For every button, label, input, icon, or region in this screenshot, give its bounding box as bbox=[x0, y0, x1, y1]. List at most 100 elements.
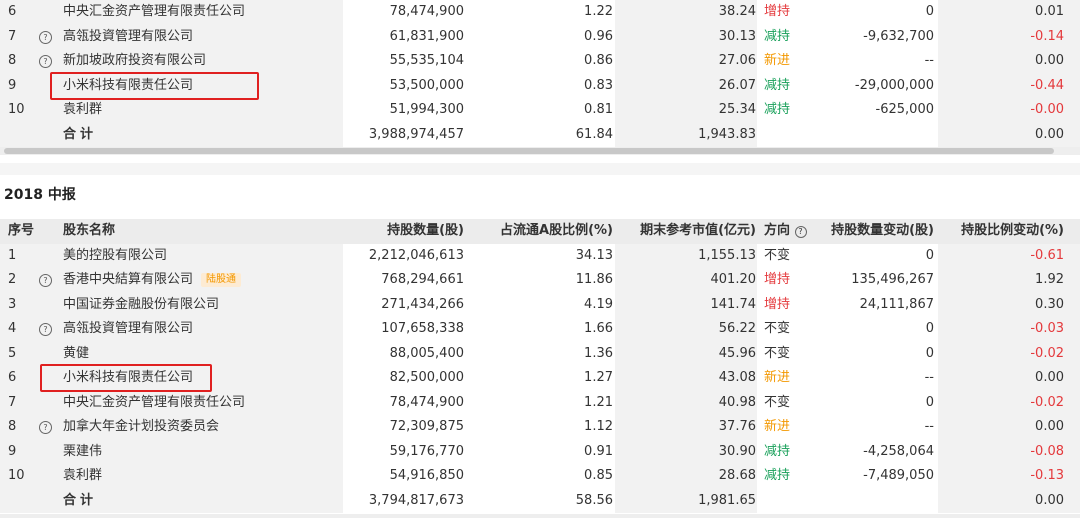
table-row[interactable]: 1 美的控股有限公司 2,212,046,613 34.13 1,155.13 不变 0 -0… bbox=[0, 243, 1080, 269]
float-ratio: 0.91 bbox=[584, 443, 613, 459]
highlight-box bbox=[40, 364, 212, 392]
ratio-change: 0.00 bbox=[1035, 419, 1064, 434]
market-value: 1,155.13 bbox=[698, 247, 756, 263]
row-no: 10 bbox=[8, 468, 25, 483]
header-name: 股东名称 bbox=[63, 223, 116, 238]
shareholder-name[interactable]: 袁利群 bbox=[63, 98, 102, 123]
total-label: 合计 bbox=[63, 126, 98, 142]
shares-held: 82,500,000 bbox=[389, 370, 464, 385]
bottom-table-scrollbar[interactable] bbox=[0, 514, 1080, 518]
table-row[interactable]: 2? 香港中央結算有限公司 陆股通 768,294,661 11.86 401.20 增持 1… bbox=[0, 268, 1080, 293]
float-ratio: 0.81 bbox=[584, 102, 613, 117]
header-dir[interactable]: 方向 ? bbox=[764, 219, 807, 244]
question-circle-icon[interactable]: ? bbox=[39, 30, 52, 44]
float-ratio: 1.36 bbox=[584, 345, 613, 361]
row-no: 1 bbox=[8, 247, 17, 263]
market-value: 38.24 bbox=[718, 4, 756, 19]
shareholder-name[interactable]: 高瓴投資管理有限公司 bbox=[63, 25, 193, 50]
question-circle-icon[interactable]: ? bbox=[39, 323, 52, 336]
header-chgp[interactable]: 持股比例变动(%) bbox=[961, 219, 1064, 244]
shareholder-name[interactable]: 中国证券金融股份有限公司 bbox=[63, 293, 219, 318]
question-circle-icon[interactable]: ? bbox=[39, 274, 52, 287]
table-row[interactable]: 8? 新加坡政府投资有限公司 55,535,104 0.86 27.06 新进 -- 0.00 bbox=[0, 49, 1080, 74]
total-label: 合计 bbox=[63, 492, 98, 508]
question-circle-icon[interactable]: ? bbox=[794, 226, 807, 238]
header-chg[interactable]: 持股数量变动(股) bbox=[831, 219, 934, 244]
row-no: 5 bbox=[8, 345, 17, 361]
direction: 增持 bbox=[764, 272, 791, 287]
total-qty: 3,988,974,457 bbox=[368, 126, 464, 142]
float-ratio: 1.22 bbox=[584, 4, 613, 19]
float-ratio: 0.96 bbox=[584, 28, 613, 44]
share-change: -- bbox=[924, 53, 934, 68]
share-change: -9,632,700 bbox=[863, 28, 934, 44]
scrollbar-thumb[interactable] bbox=[4, 148, 1054, 154]
float-ratio: 11.86 bbox=[575, 272, 613, 287]
total-qty: 3,794,817,673 bbox=[368, 492, 464, 508]
section2-header: 序号 股东名称 持股数量(股) 占流通A股比例(%) 期末参考市值(亿元) 方向… bbox=[0, 219, 1080, 244]
table-row[interactable]: 5 黄健 88,005,400 1.36 45.96 不变 0 -0.02 bbox=[0, 341, 1080, 367]
shareholder-name[interactable]: 美的控股有限公司 bbox=[63, 244, 167, 269]
shares-held: 271,434,266 bbox=[381, 296, 464, 312]
row-no: 2 bbox=[8, 272, 17, 287]
table-row[interactable]: 9 栗建伟 59,176,770 0.91 30.90 减持 -4,258,064 -0.08 bbox=[0, 439, 1080, 465]
question-circle-icon[interactable]: ? bbox=[39, 55, 52, 68]
float-ratio: 0.86 bbox=[584, 53, 613, 68]
shareholder-name[interactable]: 栗建伟 bbox=[63, 440, 102, 465]
table-row[interactable]: 6 中央汇金资产管理有限责任公司 78,474,900 1.22 38.24 增持 0 0.0… bbox=[0, 0, 1080, 25]
row-no: 6 bbox=[8, 4, 17, 19]
shareholder-name[interactable]: 加拿大年金计划投资委员会 bbox=[63, 415, 219, 440]
market-value: 25.34 bbox=[718, 102, 756, 117]
float-ratio: 1.12 bbox=[584, 419, 613, 434]
shareholder-name[interactable]: 高瓴投資管理有限公司 bbox=[63, 317, 193, 342]
shares-held: 54,916,850 bbox=[389, 468, 464, 483]
share-change: 24,111,867 bbox=[859, 296, 934, 312]
market-value: 26.07 bbox=[718, 77, 756, 93]
total-pct: 58.56 bbox=[575, 492, 613, 508]
table-row[interactable]: 7? 高瓴投資管理有限公司 61,831,900 0.96 30.13 减持 -9,632,… bbox=[0, 24, 1080, 50]
total-val: 1,943.83 bbox=[698, 126, 756, 142]
ratio-change: -0.44 bbox=[1030, 77, 1064, 93]
ratio-change: -0.61 bbox=[1030, 247, 1064, 263]
market-value: 43.08 bbox=[718, 370, 756, 385]
float-ratio: 1.21 bbox=[584, 394, 613, 410]
top-table-scrollbar[interactable] bbox=[0, 147, 1080, 155]
share-change: 0 bbox=[925, 345, 934, 361]
float-ratio: 0.85 bbox=[584, 468, 613, 483]
table-row[interactable]: 4? 高瓴投資管理有限公司 107,658,338 1.66 56.22 不变 0 -0.03 bbox=[0, 317, 1080, 342]
market-value: 56.22 bbox=[718, 321, 756, 336]
ratio-change: -0.03 bbox=[1030, 321, 1064, 336]
direction: 增持 bbox=[764, 4, 791, 19]
header-val[interactable]: 期末参考市值(亿元) bbox=[640, 219, 756, 244]
share-change: -4,258,064 bbox=[863, 443, 934, 459]
shareholder-name[interactable]: 黄健 bbox=[63, 342, 89, 367]
share-change: 0 bbox=[925, 394, 934, 410]
table-row[interactable]: 3 中国证券金融股份有限公司 271,434,266 4.19 141.74 增持 24,1… bbox=[0, 292, 1080, 318]
share-change: 0 bbox=[925, 247, 934, 263]
shareholder-name[interactable]: 袁利群 bbox=[63, 464, 102, 489]
table-row[interactable]: 7 中央汇金资产管理有限责任公司 78,474,900 1.21 40.98 不变 0 -0.… bbox=[0, 390, 1080, 416]
header-qty[interactable]: 持股数量(股) bbox=[387, 219, 464, 244]
ratio-change: 0.01 bbox=[1035, 4, 1064, 19]
ratio-change: 0.30 bbox=[1035, 296, 1064, 312]
shareholder-name[interactable]: 新加坡政府投资有限公司 bbox=[63, 49, 206, 74]
direction: 新进 bbox=[764, 370, 791, 385]
row-no: 9 bbox=[8, 77, 17, 93]
shareholder-name[interactable]: 中央汇金资产管理有限责任公司 bbox=[63, 391, 245, 416]
table-row[interactable]: 10 袁利群 51,994,300 0.81 25.34 减持 -625,000 -0.00 bbox=[0, 98, 1080, 123]
shareholder-name[interactable]: 中央汇金资产管理有限责任公司 bbox=[63, 0, 245, 25]
share-change: 0 bbox=[925, 321, 934, 336]
question-circle-icon[interactable]: ? bbox=[39, 421, 52, 434]
table-row[interactable]: 10 袁利群 54,916,850 0.85 28.68 减持 -7,489,050 -0.1… bbox=[0, 464, 1080, 489]
market-value: 27.06 bbox=[718, 53, 756, 68]
table-row[interactable]: 8? 加拿大年金计划投资委员会 72,309,875 1.12 37.76 新进 -- 0.0… bbox=[0, 415, 1080, 440]
header-no: 序号 bbox=[8, 223, 35, 238]
header-pct[interactable]: 占流通A股比例(%) bbox=[500, 219, 613, 244]
shareholder-name[interactable]: 香港中央結算有限公司 bbox=[63, 268, 193, 293]
market-value: 45.96 bbox=[718, 345, 756, 361]
total-row: 合计 3,794,817,673 58.56 1,981.65 0.00 bbox=[0, 488, 1080, 513]
share-change: 135,496,267 bbox=[851, 272, 934, 287]
float-ratio: 34.13 bbox=[575, 247, 613, 263]
market-value: 401.20 bbox=[710, 272, 757, 287]
tag-badge[interactable]: 陆股通 bbox=[201, 273, 241, 287]
